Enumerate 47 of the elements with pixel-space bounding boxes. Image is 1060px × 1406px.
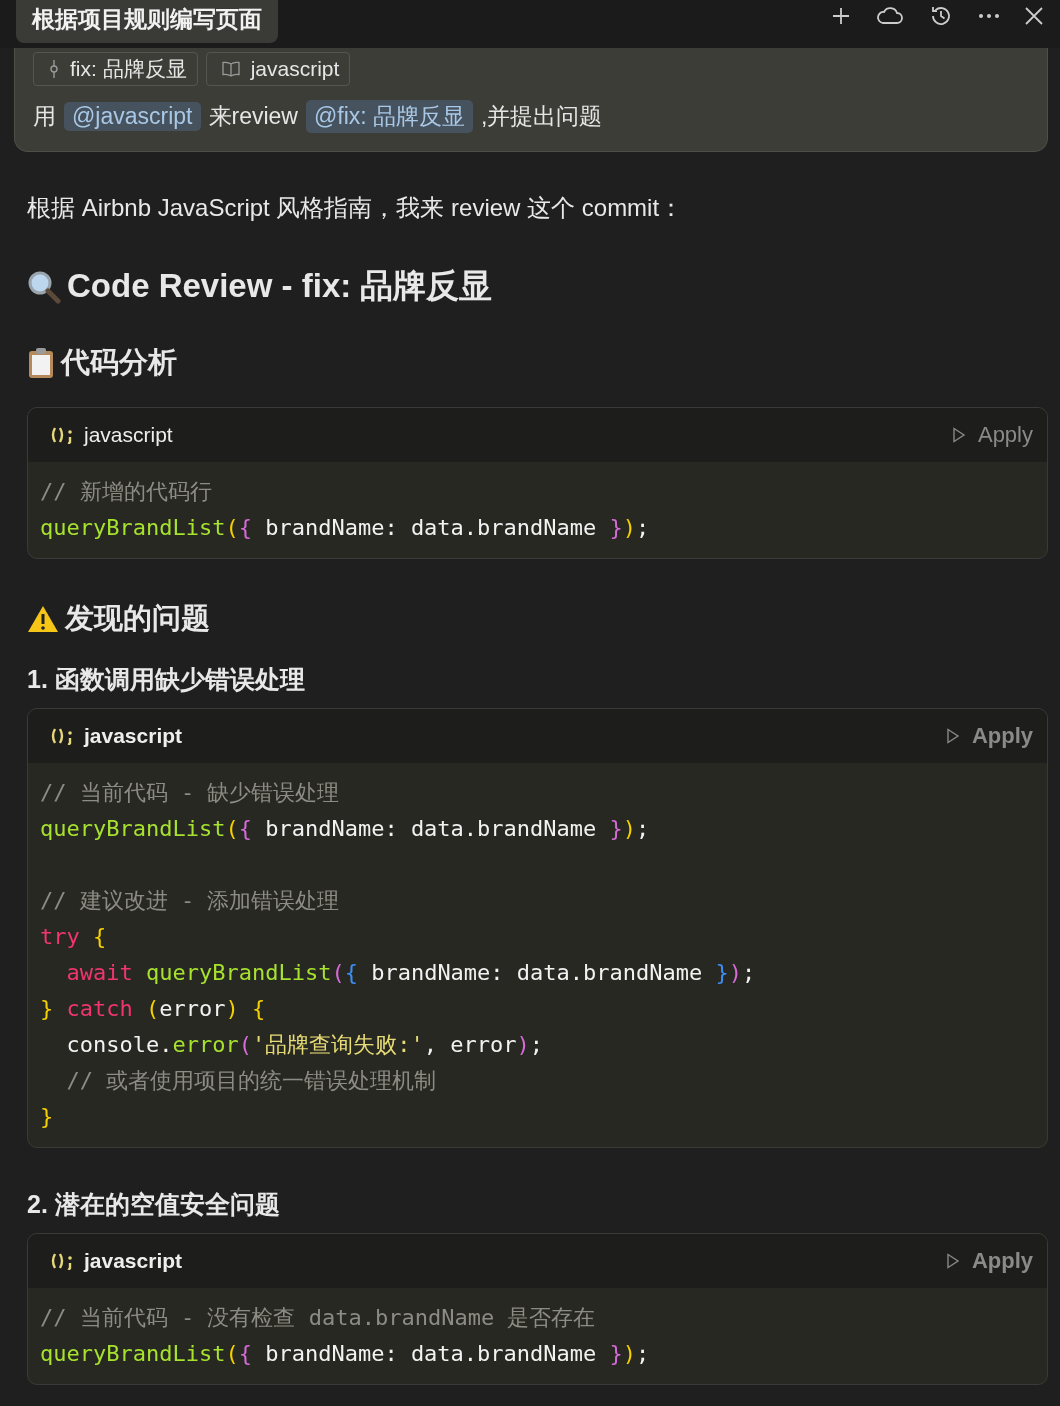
apply-button[interactable]: Apply — [945, 1248, 1033, 1274]
mention-tag[interactable]: @fix: 品牌反显 — [305, 100, 474, 133]
mention-tag[interactable]: @javascript — [64, 102, 201, 131]
section-heading: 2. 潜在的空值安全问题 — [27, 1189, 280, 1220]
code-line: console.error('品牌查询失败:', error); — [65, 1031, 544, 1059]
code-line: // 当前代码 - 没有检查 data.brandName 是否存在 — [40, 1304, 597, 1332]
play-icon — [945, 1253, 960, 1269]
chat-tab-title[interactable]: 根据项目规则编写页面 — [16, 0, 278, 43]
code-line: queryBrandList({ brandName: data.brandName }); — [40, 514, 651, 542]
section-heading: 1. 函数调用缺少错误处理 — [27, 664, 305, 695]
language-label: javascript — [84, 423, 174, 447]
language-label: javascript — [84, 724, 184, 748]
more-icon[interactable] — [978, 13, 1000, 19]
code-line: // 或者使用项目的统一错误处理机制 — [65, 1067, 438, 1095]
add-icon[interactable] — [830, 5, 852, 27]
clipboard-icon — [27, 347, 55, 379]
message-text: 用 — [33, 102, 56, 131]
message-text: 来review — [208, 102, 298, 131]
book-icon — [220, 61, 241, 77]
code-line: } catch (error) { — [40, 995, 267, 1023]
message-text: ,并提出问题 — [481, 102, 603, 131]
code-line: try { — [40, 923, 108, 951]
play-icon — [945, 728, 960, 744]
language-label: javascript — [84, 1249, 184, 1273]
apply-button[interactable]: Apply — [951, 422, 1033, 448]
commit-icon — [48, 59, 60, 79]
code-line: await queryBrandList({ brandName: data.brandName }); — [65, 959, 757, 987]
code-line: // 新增的代码行 — [40, 478, 213, 506]
context-chip[interactable]: fix: 品牌反显 — [33, 52, 198, 86]
apply-button[interactable]: Apply — [945, 723, 1033, 749]
warning-icon — [27, 605, 59, 633]
section-heading: Code Review - fix: 品牌反显 — [67, 266, 493, 306]
code-line: queryBrandList({ brandName: data.brandName }); — [40, 1340, 651, 1368]
code-line: // 当前代码 - 缺少错误处理 — [40, 779, 341, 807]
magnifier-icon — [27, 269, 61, 304]
close-icon[interactable] — [1024, 6, 1044, 26]
chip-label: javascript — [250, 57, 340, 81]
code-line: // 建议改进 - 添加错误处理 — [40, 887, 341, 915]
section-heading: 发现的问题 — [65, 601, 210, 636]
code-line: queryBrandList({ brandName: data.brandName }); — [40, 815, 651, 843]
section-heading: 代码分析 — [61, 345, 177, 380]
context-chip[interactable]: javascript — [205, 52, 351, 86]
code-line: } — [40, 1103, 55, 1131]
play-icon — [951, 427, 966, 443]
chip-label: fix: 品牌反显 — [70, 56, 187, 82]
cloud-icon[interactable] — [876, 5, 904, 27]
response-paragraph: 根据 Airbnb JavaScript 风格指南，我来 review 这个 commit： — [27, 193, 685, 223]
